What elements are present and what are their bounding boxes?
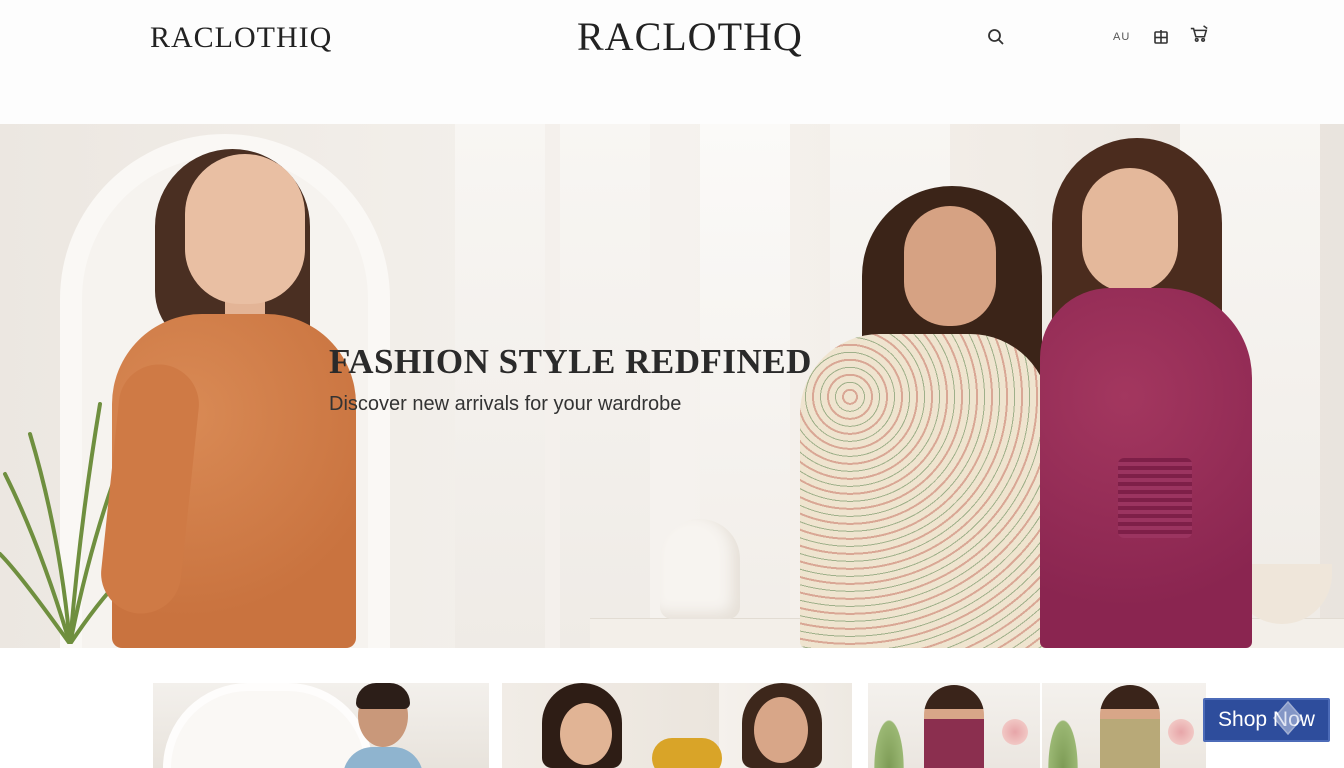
- product-strip: [0, 648, 1344, 768]
- model-right-cuff: [1118, 458, 1192, 538]
- product-image-hair: [356, 683, 410, 709]
- product-image-flowers: [1166, 717, 1196, 747]
- cart-icon[interactable]: [1188, 23, 1210, 45]
- site-header: RACLOTHIQ RACLOTHQ AU: [0, 0, 1344, 124]
- logo-center[interactable]: RACLOTHQ: [577, 14, 803, 60]
- search-icon[interactable]: [985, 26, 1007, 48]
- product-image-model: [924, 685, 984, 768]
- product-image-background: [163, 683, 373, 768]
- product-image-model: [560, 703, 612, 765]
- vase-decoration: [660, 519, 740, 619]
- product-image-garment: [652, 738, 722, 768]
- product-card-2[interactable]: [502, 683, 852, 768]
- shop-now-button[interactable]: Shop Now: [1203, 698, 1330, 742]
- product-image-plant: [872, 713, 906, 768]
- product-card-3[interactable]: [868, 683, 1040, 768]
- model-left-face: [185, 154, 305, 304]
- product-image-model: [1100, 685, 1160, 768]
- hero-subtitle: Discover new arrivals for your wardrobe: [329, 393, 682, 415]
- hero-banner[interactable]: FASHION STYLE REDFINED Discover new arri…: [0, 124, 1344, 648]
- logo-left[interactable]: RACLOTHIQ: [150, 18, 332, 58]
- grid-icon[interactable]: [1150, 26, 1172, 48]
- model-middle-kurta: [800, 334, 1050, 648]
- product-card-4[interactable]: [1042, 683, 1206, 768]
- region-selector[interactable]: AU: [1113, 30, 1130, 44]
- product-image-flowers: [1000, 717, 1030, 747]
- hero-text-block: FASHION STYLE REDFINED Discover new arri…: [329, 342, 812, 416]
- model-right-face: [1082, 168, 1178, 292]
- product-image-model: [754, 697, 808, 763]
- model-middle-face: [904, 206, 996, 326]
- product-card-1[interactable]: [153, 683, 489, 768]
- hero-title: FASHION STYLE REDFINED: [329, 342, 812, 381]
- product-image-plant: [1046, 713, 1080, 768]
